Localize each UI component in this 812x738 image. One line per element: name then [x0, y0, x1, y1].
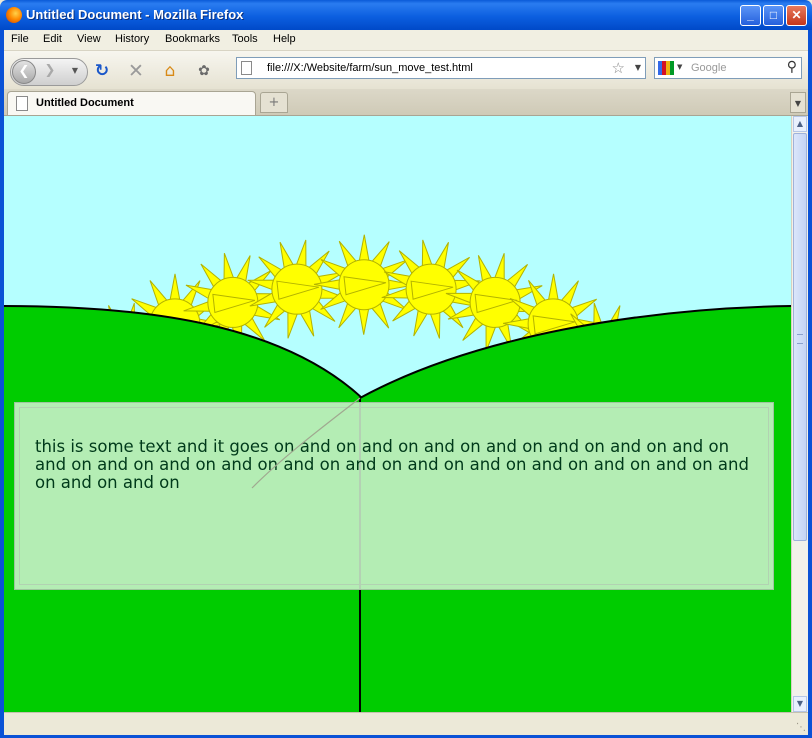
page-icon: [241, 61, 252, 75]
sun-disc: [338, 259, 390, 311]
minimize-button[interactable]: _: [740, 5, 761, 26]
scroll-down-arrow-icon[interactable]: ▼: [793, 696, 807, 712]
sun-ray: [236, 255, 251, 282]
forward-arrow-icon[interactable]: ❯: [39, 60, 61, 82]
menu-view[interactable]: View: [77, 33, 101, 45]
menu-history[interactable]: History: [115, 33, 149, 45]
navigation-toolbar: ❮ ❯ ▼ ↻ ✕ ⌂ ✿ file:///X:/Website/farm/su…: [4, 51, 808, 90]
sun-ray: [300, 310, 315, 337]
sun-ray: [287, 311, 298, 339]
engine-dropdown-icon[interactable]: ▼: [677, 63, 682, 71]
sun-disc: [271, 263, 323, 315]
sun-ray: [358, 234, 370, 261]
back-arrow-icon[interactable]: ❮: [12, 60, 36, 84]
sun-disc: [469, 276, 521, 328]
menu-tools[interactable]: Tools: [232, 33, 258, 45]
scroll-thumb[interactable]: [793, 133, 807, 541]
addons-icon[interactable]: ✿: [194, 61, 214, 81]
menu-bookmarks[interactable]: Bookmarks: [165, 33, 220, 45]
page-content: this is some text and it goes on and on …: [4, 116, 791, 712]
menu-file[interactable]: File: [11, 33, 29, 45]
sun-ray: [279, 241, 294, 269]
history-dropdown-icon[interactable]: ▼: [67, 60, 83, 82]
vertical-scrollbar[interactable]: ▲ ▼: [791, 116, 808, 712]
menu-bar: File Edit View History Bookmarks Tools H…: [4, 30, 808, 51]
title-bar: Untitled Document - Mozilla Firefox _ □ …: [0, 0, 812, 30]
sun-ray: [223, 252, 235, 280]
tab-strip: Untitled Document + ▼: [4, 89, 808, 116]
search-bar[interactable]: ▼ Google ⚲: [654, 57, 802, 79]
search-input[interactable]: Google: [691, 62, 726, 74]
resize-grip-icon[interactable]: ⋱: [796, 722, 806, 733]
sun-6: [247, 239, 347, 339]
tab-untitled-document[interactable]: Untitled Document: [7, 91, 256, 115]
tab-list-dropdown-icon[interactable]: ▼: [790, 92, 806, 113]
panel-text: this is some text and it goes on and on …: [35, 437, 749, 492]
sun-ray: [295, 239, 307, 267]
sun-ray: [494, 253, 505, 280]
close-button[interactable]: ✕: [786, 5, 807, 26]
sun-ray: [429, 312, 441, 339]
sun-ray: [413, 309, 428, 337]
thumb-grip-icon: [797, 334, 803, 344]
sun-disc: [207, 276, 259, 328]
reload-icon[interactable]: ↻: [92, 61, 112, 81]
url-dropdown-icon[interactable]: ▼: [635, 63, 641, 72]
menu-help[interactable]: Help: [273, 33, 296, 45]
status-bar: ⋱: [4, 712, 808, 735]
window-title: Untitled Document - Mozilla Firefox: [26, 7, 244, 22]
sun-ray: [169, 273, 181, 300]
sun-7: [313, 234, 415, 335]
sun-ray: [548, 273, 559, 300]
menu-edit[interactable]: Edit: [43, 33, 62, 45]
stop-icon[interactable]: ✕: [126, 61, 146, 81]
star-icon[interactable]: ☆: [612, 59, 625, 77]
sun-ray: [434, 242, 450, 269]
magnifier-icon[interactable]: ⚲: [787, 59, 797, 75]
new-tab-button[interactable]: +: [260, 92, 288, 113]
sun-disc: [405, 263, 457, 315]
text-panel: this is some text and it goes on and on …: [14, 402, 774, 590]
scroll-up-arrow-icon[interactable]: ▲: [793, 116, 807, 132]
back-forward-group: ❮ ❯ ▼: [10, 58, 88, 86]
maximize-button[interactable]: □: [763, 5, 784, 26]
sun-ray: [477, 255, 493, 282]
url-bar[interactable]: file:///X:/Website/farm/sun_move_test.ht…: [236, 57, 646, 79]
sun-ray: [358, 308, 370, 335]
sun-8: [381, 239, 481, 339]
tab-label: Untitled Document: [36, 97, 134, 109]
document-icon: [16, 96, 28, 111]
firefox-icon: [6, 7, 22, 23]
url-text[interactable]: file:///X:/Website/farm/sun_move_test.ht…: [267, 62, 473, 74]
sun-ray: [421, 239, 433, 267]
google-engine-icon[interactable]: [658, 61, 674, 75]
home-icon[interactable]: ⌂: [160, 61, 180, 81]
window-border-right: [808, 30, 812, 738]
text-panel-inner-border: [19, 407, 769, 585]
